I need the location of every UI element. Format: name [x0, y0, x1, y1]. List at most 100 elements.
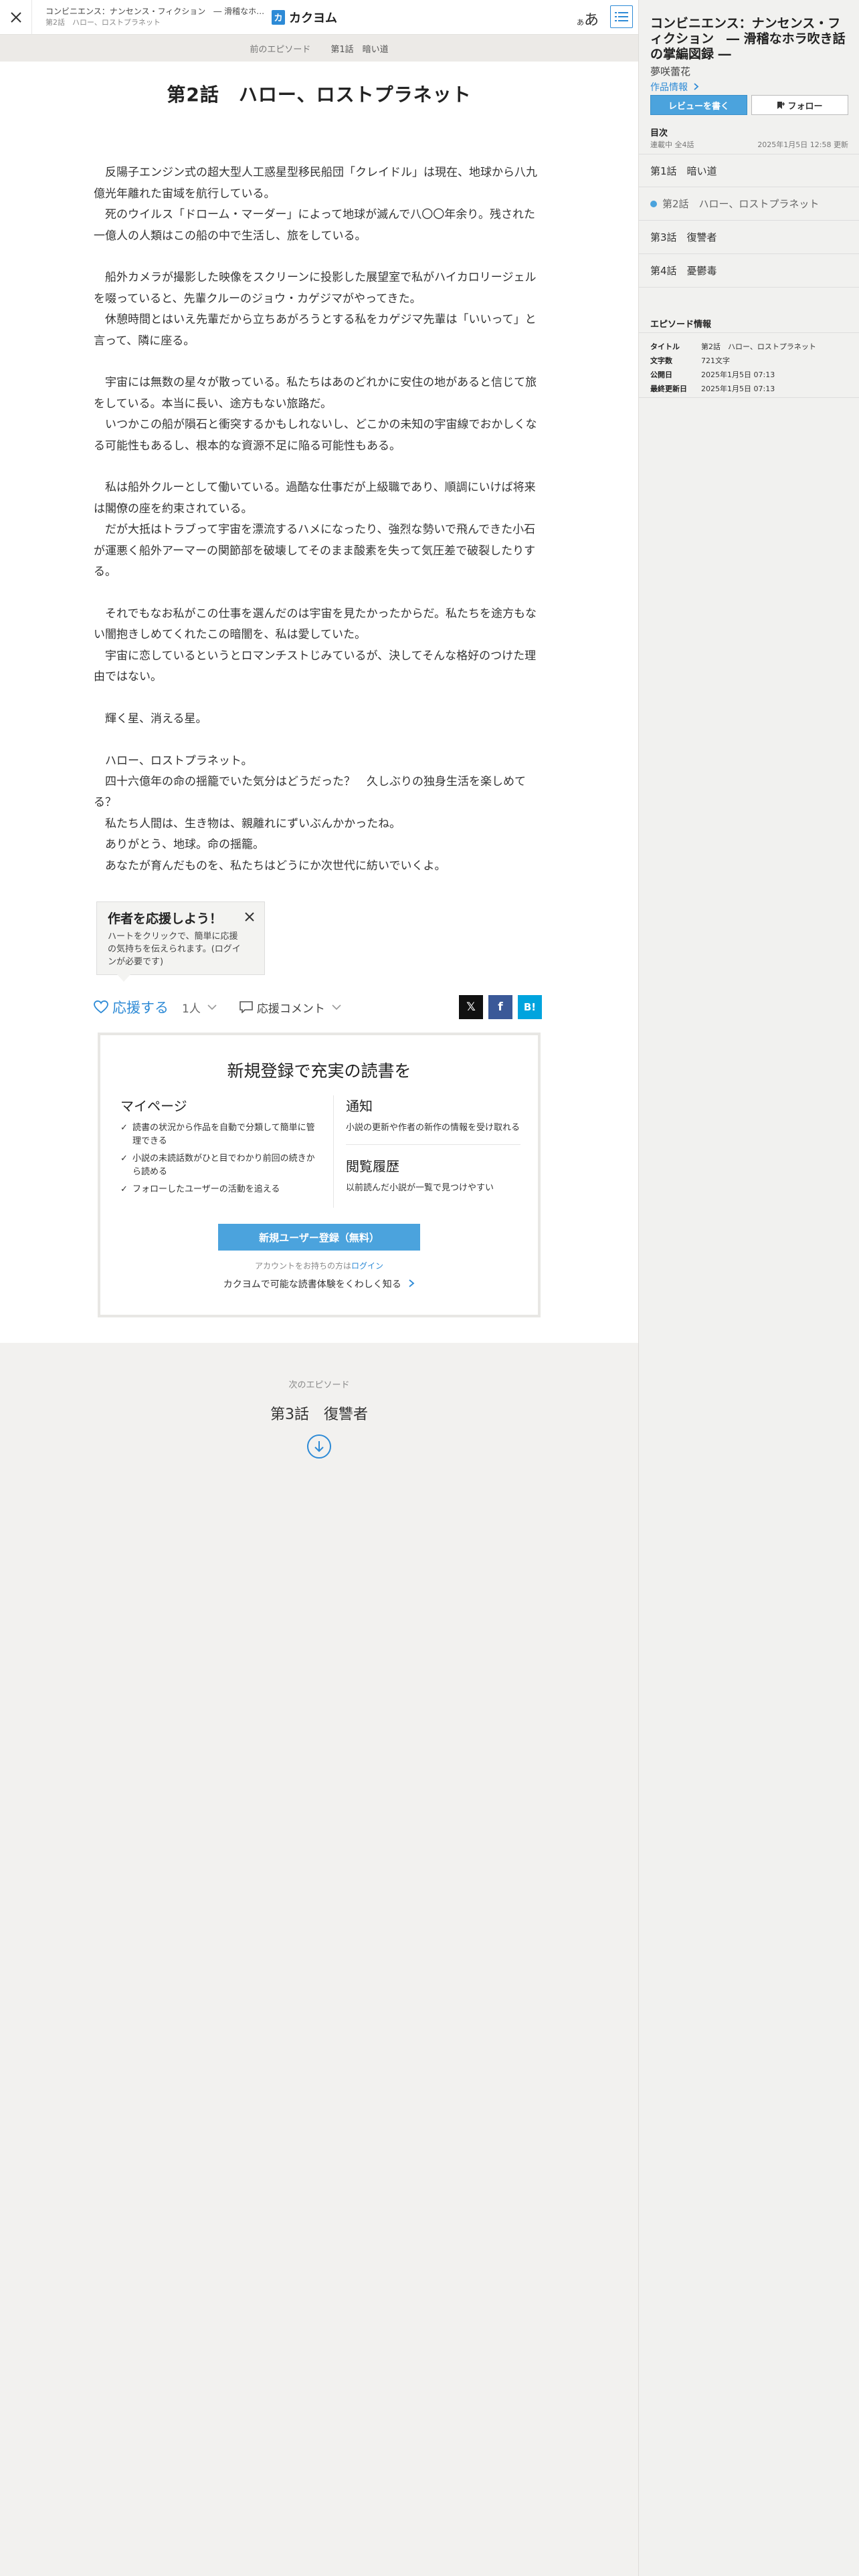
share-x-button[interactable]: 𝕏	[459, 995, 483, 1019]
sidebar-author[interactable]: 夢咲蕾花	[650, 64, 690, 78]
prev-episode-link[interactable]: 前のエピソード 第1話 暗い道	[0, 35, 638, 62]
body-paragraph: あなたが育んだものを、私たちはどうにか次世代に紡いでいくよ。	[94, 859, 446, 873]
mypage-item-text: 小説の未読話数がひと目でわかり前回の続きから読める	[132, 1154, 315, 1177]
next-episode-section: 次のエピソード 第3話 復讐者	[0, 1378, 638, 1459]
bookmark-plus-icon	[777, 101, 785, 109]
body-paragraph: 死のウイルス「ドローム・マーダー」によって地球が滅んで八〇〇年余り。残された一億…	[94, 208, 535, 243]
kakuyomu-logo[interactable]: カ カクヨム	[272, 9, 337, 26]
body-paragraph: 宇宙には無数の星々が散っている。私たちはあのどれかに安住の地があると信じて旅をし…	[94, 376, 537, 411]
list-icon	[615, 12, 628, 21]
cheer-comment-button[interactable]: 応援コメント	[240, 999, 341, 1016]
cheer-popup-title: 作者を応援しよう！	[108, 911, 223, 926]
learn-more-link[interactable]: カクヨムで可能な読書体験をくわしく知る	[100, 1277, 538, 1291]
write-review-label: レビューを書く	[668, 101, 729, 112]
toc-item[interactable]: 第1話 暗い道	[639, 154, 859, 187]
login-link[interactable]: ログイン	[351, 1261, 383, 1271]
learn-more-text: カクヨムで可能な読書体験をくわしく知る	[223, 1279, 401, 1290]
chevron-down-icon	[207, 1004, 217, 1010]
divider	[639, 397, 859, 398]
main-content: 前のエピソード 第1話 暗い道 第2話 ハロー、ロストプラネット 反陽子エンジン…	[0, 35, 638, 1459]
body-paragraph: 宇宙に恋しているというとロマンチストじみているが、決してそんな格好のつけた理由で…	[94, 649, 537, 684]
prev-episode-title: 第1話 暗い道	[330, 44, 389, 55]
toc-item[interactable]: 第4話 憂鬱毒	[639, 254, 859, 288]
body-paragraph: 反陽子エンジン式の超大型人工惑星型移民船団「クレイドル」は現在、地球から八九億光…	[94, 166, 537, 201]
body-paragraph: 輝く星、消える星。	[94, 712, 207, 726]
toc-updated: 2025年1月5日 12:58 更新	[757, 140, 848, 149]
episode-info-table: タイトル 第2話 ハロー、ロストプラネット 文字数 721文字 公開日 2025年1月…	[650, 340, 848, 396]
write-review-button[interactable]: レビューを書く	[650, 95, 747, 115]
share-hatena-button[interactable]: B!	[518, 995, 542, 1019]
body-paragraph: 私は船外クルーとして働いている。過酷な仕事だが上級職であり、順調にいけば将来は閣…	[94, 481, 536, 516]
episode-body: 反陽子エンジン式の超大型人工惑星型移民船団「クレイドル」は現在、地球から八九億光…	[94, 142, 542, 877]
font-size-large-glyph: あ	[584, 12, 599, 29]
episode-info-value: 2025年1月5日 07:13	[701, 385, 775, 393]
sidebar: コンビニエンス：ナンセンス・フィクション ― 滑稽なホラ吹き話の掌編図録 ― 夢…	[638, 0, 859, 2576]
episode-info-row: 文字数 721文字	[650, 354, 848, 368]
top-header: コンビニエンス：ナンセンス・フィクション ― 滑稽なホラ吹き話の掌編図録 ― 第…	[0, 0, 638, 35]
close-icon	[10, 11, 21, 23]
body-paragraph: だが大抵はトラブって宇宙を漂流するハメになったり、強烈な勢いで飛んできた小石が運…	[94, 523, 536, 579]
episode-info-key: 最終更新日	[650, 385, 687, 393]
episode-info-value: 721文字	[701, 356, 730, 365]
body-paragraph: ハロー、ロストプラネット。	[94, 754, 253, 768]
close-icon	[245, 912, 254, 922]
next-episode-button[interactable]	[307, 1434, 331, 1459]
toc-list: 第1話 暗い道 第2話 ハロー、ロストプラネット 第3話 復讐者 第4話 憂鬱毒	[639, 154, 859, 288]
history-text: 以前読んだ小説が一覧で見つけやすい	[346, 1183, 494, 1193]
close-button[interactable]	[0, 0, 32, 35]
cheer-button[interactable]: 応援する	[94, 997, 169, 1017]
toc-item-label: 第3話 復讐者	[650, 231, 717, 243]
breadcrumb-episode: 第2話 ハロー、ロストプラネット	[45, 18, 161, 27]
cheer-comment-label: 応援コメント	[256, 1002, 325, 1016]
cheer-popup-body: ハートをクリックで、簡単に応援の気持ちを伝えられます。(ログインが必要です)	[108, 932, 241, 967]
breadcrumb: コンビニエンス：ナンセンス・フィクション ― 滑稽なホラ吹き話の掌編図録 ― 第…	[32, 6, 266, 28]
divider	[639, 332, 859, 333]
login-prompt-text: アカウントをお持ちの方は	[254, 1261, 351, 1271]
notify-text: 小説の更新や作者の新作の情報を受け取れる	[346, 1123, 520, 1133]
mypage-item: ✓ フォローしたユーザーの活動を追える	[120, 1183, 321, 1196]
cheer-count-toggle[interactable]: 1人	[182, 999, 217, 1016]
episode-info-row: タイトル 第2話 ハロー、ロストプラネット	[650, 340, 848, 354]
work-info-label: 作品情報	[650, 82, 688, 93]
share-facebook-button[interactable]: f	[488, 995, 512, 1019]
toc-item-label: 第2話 ハロー、ロストプラネット	[662, 198, 820, 210]
episode-title: 第2話 ハロー、ロストプラネット	[167, 84, 472, 106]
sidebar-buttons: レビューを書く フォロー	[650, 95, 848, 115]
toc-item-label: 第1話 暗い道	[650, 165, 717, 177]
mypage-item-text: 読書の状況から作品を自動で分類して簡単に管理できる	[132, 1123, 315, 1146]
font-size-button[interactable]: ああ	[577, 8, 599, 29]
cheer-popup-close-button[interactable]	[244, 911, 255, 925]
share-buttons: 𝕏 f B!	[454, 995, 542, 1019]
body-paragraph: それでもなお私がこの仕事を選んだのは宇宙を見たかったからだ。私たちを途方もない闇…	[94, 607, 537, 642]
episode-info-value: 第2話 ハロー、ロストプラネット	[701, 342, 816, 351]
mypage-item-text: フォローしたユーザーの活動を追える	[132, 1184, 280, 1194]
next-episode-title[interactable]: 第3話 復讐者	[0, 1402, 638, 1424]
work-info-link[interactable]: 作品情報	[650, 80, 699, 94]
toc-toggle-button[interactable]	[610, 5, 633, 28]
register-mypage-column: マイページ ✓ 読書の状況から作品を自動で分類して簡単に管理できる ✓ 小説の未読話…	[120, 1095, 321, 1200]
history-heading: 閲覧履歴	[346, 1158, 399, 1174]
action-row: 応援する 1人 応援コメント 𝕏 f B!	[94, 992, 542, 1022]
register-title: 新規登録で充実の読書を	[227, 1061, 411, 1081]
episode-info-key: 公開日	[650, 370, 672, 379]
episode-paper: 第2話 ハロー、ロストプラネット 反陽子エンジン式の超大型人工惑星型移民船団「ク…	[0, 62, 638, 1343]
toc-item[interactable]: 第3話 復讐者	[639, 221, 859, 254]
toc-item-current[interactable]: 第2話 ハロー、ロストプラネット	[639, 187, 859, 221]
follow-button[interactable]: フォロー	[751, 95, 848, 115]
comment-icon	[240, 1001, 253, 1013]
breadcrumb-work-title[interactable]: コンビニエンス：ナンセンス・フィクション ― 滑稽なホラ吹き話の掌編図録 ―	[45, 6, 266, 17]
register-button[interactable]: 新規ユーザー登録（無料）	[218, 1224, 420, 1251]
next-episode-label: 次のエピソード	[288, 1380, 350, 1390]
chevron-right-icon	[694, 83, 699, 90]
prev-episode-label: 前のエピソード	[250, 44, 311, 55]
chevron-down-icon	[332, 1004, 341, 1010]
toc-meta: 連載中 全4話 2025年1月5日 12:58 更新	[650, 139, 848, 150]
body-paragraph: いつかこの船が隕石と衝突するかもしれないし、どこかの未知の宇宙線でおかしくなる可…	[94, 418, 537, 453]
sidebar-work-title[interactable]: コンビニエンス：ナンセンス・フィクション ― 滑稽なホラ吹き話の掌編図録 ―	[650, 16, 851, 62]
toc-heading: 目次	[650, 128, 668, 138]
episode-info-heading: エピソード情報	[650, 320, 712, 330]
